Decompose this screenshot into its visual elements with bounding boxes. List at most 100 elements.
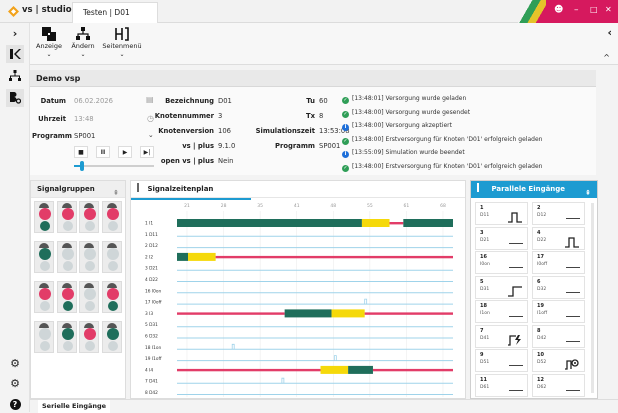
- signalzeitenplan-panel: Signalzeitenplan 21 28 35 41 48 55 61 68 1 I1 1 D…: [130, 180, 466, 399]
- pin-icon[interactable]: ⇞: [113, 185, 119, 202]
- vsplus-value: 9.1.0: [218, 142, 236, 150]
- settings-icon[interactable]: ⚙: [6, 355, 24, 373]
- row-label: 6 D32: [145, 334, 158, 340]
- network-icon: [9, 70, 21, 81]
- collapse-right-panel-icon[interactable]: ‹: [607, 26, 612, 39]
- signal-group-cell[interactable]: [101, 241, 122, 273]
- input-number: 11: [480, 376, 487, 383]
- input-cell[interactable]: 18 I1on: [475, 300, 528, 323]
- datum-value[interactable]: 06.02.2026: [74, 97, 113, 105]
- advanced-settings-icon[interactable]: ⚙: [6, 375, 24, 393]
- log-entry: i [13:55:09] Simulation wurde beendet: [342, 149, 465, 158]
- signal-timing-chart: 21 28 35 41 48 55 61 68 1 I1 1 D11 2 D12 2 I2 3 D21 4…: [145, 203, 453, 397]
- programm2-value: SP001: [319, 142, 341, 150]
- signal-group-cell[interactable]: [101, 201, 122, 233]
- signal-group-cell[interactable]: [79, 201, 99, 233]
- input-cell[interactable]: 6 D32: [532, 275, 585, 299]
- step-icon: [508, 282, 522, 297]
- input-label: D61: [480, 384, 490, 390]
- tab-serielle-eingaenge[interactable]: Serielle Eingänge: [38, 400, 111, 413]
- signal-lamp: [39, 288, 51, 300]
- progress-slider[interactable]: [74, 161, 154, 171]
- scrollbar[interactable]: [591, 203, 594, 393]
- signal-lamp: [107, 301, 118, 311]
- input-cell[interactable]: 11 D61: [475, 373, 528, 397]
- programm-select[interactable]: SP001: [74, 132, 95, 140]
- input-cell[interactable]: 8 D42: [532, 324, 585, 348]
- signal-group-cell[interactable]: [101, 281, 122, 313]
- input-idle-line: [509, 242, 523, 244]
- input-label: D21: [480, 237, 490, 243]
- tab-document[interactable]: Testen | D01: [72, 2, 158, 23]
- signal-group-cell[interactable]: [79, 241, 99, 273]
- help-icon[interactable]: ?: [6, 395, 24, 413]
- input-number: 16: [480, 254, 487, 260]
- input-cell[interactable]: 17 I0off: [532, 251, 585, 274]
- axis-tick-label: 35: [257, 203, 263, 209]
- user-icon[interactable]: ☻: [554, 5, 563, 15]
- green-phase-bar: [177, 219, 362, 227]
- input-cell[interactable]: 4 D22: [532, 226, 585, 250]
- input-cell[interactable]: 2 D12: [532, 202, 585, 225]
- brand-stripe: [518, 0, 546, 23]
- input-cell[interactable]: 3 D21: [475, 226, 528, 250]
- signal-lamp: [107, 341, 118, 351]
- knotennummer-label: Knotennummer: [154, 112, 214, 120]
- close-button[interactable]: ✕: [605, 5, 612, 14]
- signal-group-cell[interactable]: [34, 321, 54, 353]
- input-cell[interactable]: 10 D52: [532, 349, 585, 372]
- signal-group-cell[interactable]: [56, 281, 77, 313]
- signal-group-cell[interactable]: [56, 241, 77, 273]
- signal-group-cell[interactable]: [34, 241, 54, 273]
- log-text: [13:48:00] Versorgung wurde gesendet: [352, 108, 471, 116]
- signal-lamp: [106, 248, 119, 260]
- signal-group-cell[interactable]: [34, 281, 54, 313]
- row-label: 3 D21: [145, 266, 158, 272]
- rail-item-network[interactable]: [6, 67, 24, 85]
- signal-group-cell[interactable]: [79, 281, 99, 313]
- axis-tick-label: 28: [221, 203, 227, 209]
- signalzeitenplan-tab[interactable]: Signalzeitenplan: [131, 181, 465, 198]
- signal-group-cell[interactable]: [79, 321, 99, 353]
- signal-group-cell[interactable]: [56, 321, 77, 353]
- b0-icon: [10, 92, 22, 104]
- progress-thumb[interactable]: [80, 161, 84, 171]
- input-cell[interactable]: 5 D31: [475, 275, 528, 299]
- signal-group-cell[interactable]: [56, 201, 77, 233]
- anzeige-button[interactable]: Anzeige ⌄: [32, 27, 66, 63]
- signal-lamp: [85, 261, 95, 271]
- input-number: 2: [537, 205, 541, 211]
- rail-item-b0[interactable]: [6, 89, 24, 107]
- signal-lamp: [84, 208, 96, 220]
- calendar-icon[interactable]: ▤: [146, 95, 154, 104]
- input-cell[interactable]: 1 D11: [475, 202, 528, 225]
- maximize-button[interactable]: □: [590, 5, 598, 14]
- input-cell[interactable]: 12 D62: [532, 373, 585, 397]
- input-cell[interactable]: 7 D41: [475, 324, 528, 348]
- play-button[interactable]: ▶: [118, 146, 132, 158]
- programm-label: Programm: [32, 132, 72, 140]
- collapse-ribbon-button[interactable]: ^: [603, 53, 610, 62]
- input-cell[interactable]: 9 D51: [475, 349, 528, 372]
- uhrzeit-value[interactable]: 13:48: [74, 115, 94, 123]
- input-number: 6: [537, 278, 541, 285]
- input-cell[interactable]: 19 I1off: [532, 300, 585, 323]
- pause-button[interactable]: II: [96, 146, 110, 158]
- pin-icon[interactable]: ⇞: [585, 185, 591, 202]
- success-icon: ✓: [342, 97, 349, 104]
- input-number: 10: [537, 352, 544, 358]
- stop-button[interactable]: ■: [74, 146, 88, 158]
- info-icon: i: [342, 151, 349, 158]
- input-label: I0off: [537, 262, 548, 267]
- signalzeitenplan-title-text: Signalzeitenplan: [147, 185, 214, 193]
- input-label: D41: [480, 335, 490, 341]
- minimize-button[interactable]: –: [574, 5, 579, 15]
- aendern-button[interactable]: Ändern ⌄: [66, 27, 100, 63]
- properties-panel: Datum 06.02.2026 ▤ Uhrzeit 13:48 ◷ Progr…: [30, 87, 596, 175]
- input-cell[interactable]: 16 I0on: [475, 251, 528, 274]
- rail-item-project[interactable]: [6, 45, 24, 63]
- signal-group-cell[interactable]: [34, 201, 54, 233]
- signal-group-cell[interactable]: [101, 321, 122, 353]
- seitenmenue-button[interactable]: Seitenmenü ⌄: [102, 27, 142, 63]
- expand-rail-icon[interactable]: ›: [6, 25, 24, 43]
